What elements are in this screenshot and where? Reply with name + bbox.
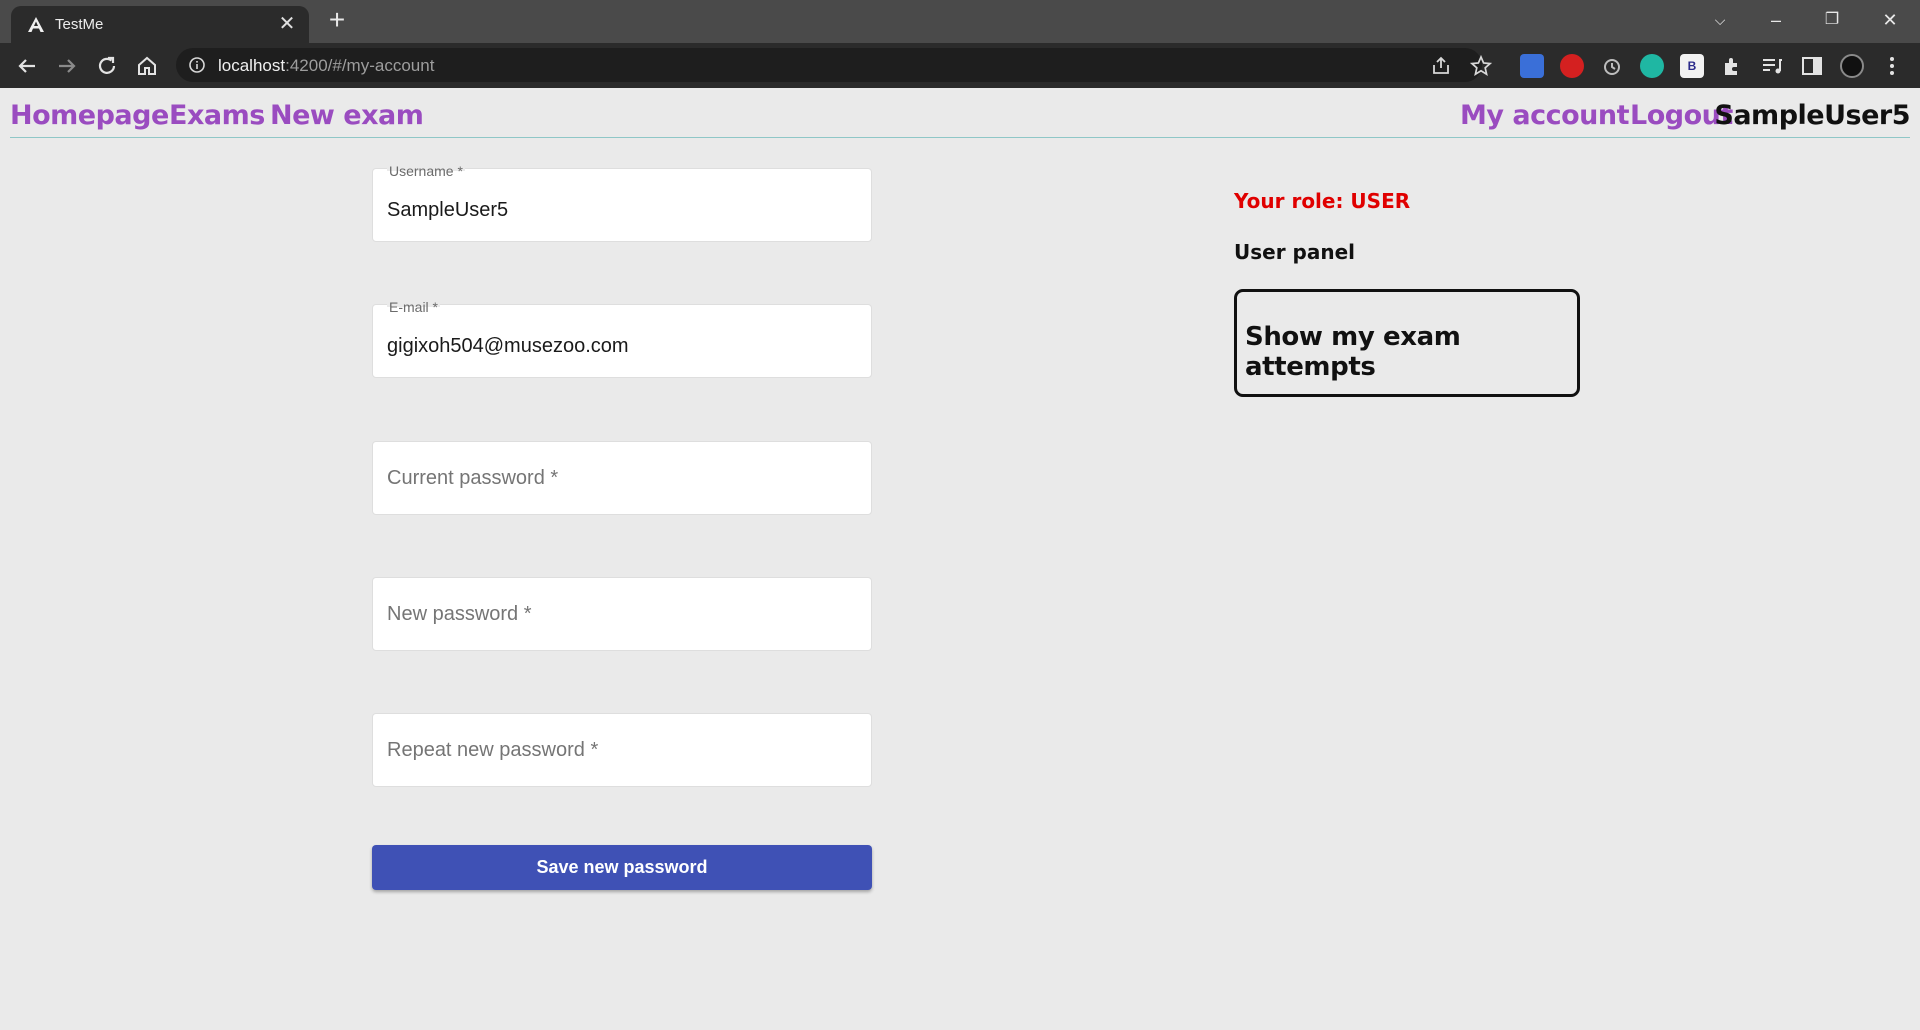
reload-icon[interactable] [94,53,120,79]
role-text: Your role: USER [1234,189,1411,213]
browser-tab[interactable]: TestMe ✕ [11,6,309,43]
bulb-extension-icon[interactable] [1640,54,1664,78]
nav-new-exam-link[interactable]: New exam [270,100,424,131]
current-password-field[interactable]: Current password * [372,441,872,515]
repeat-password-placeholder: Repeat new password * [387,739,599,761]
username-field[interactable]: Username * SampleUser5 [372,163,872,242]
username-value[interactable]: SampleUser5 [387,199,857,222]
minimize-icon[interactable]: – [1748,0,1804,40]
window-close-icon[interactable]: ✕ [1862,0,1918,40]
new-password-field[interactable]: New password * [372,577,872,651]
profile-avatar-icon[interactable] [1840,54,1864,78]
username-label: Username * [387,163,465,179]
repeat-password-field[interactable]: Repeat new password * [372,713,872,787]
email-value[interactable]: gigixoh504@musezoo.com [387,335,857,358]
close-icon[interactable]: ✕ [275,12,299,36]
tab-title: TestMe [55,16,104,33]
nav-homepage-link[interactable]: Homepage [10,100,169,131]
address-bar[interactable]: localhost:4200/#/my-account [176,48,1492,82]
extensions-puzzle-icon[interactable] [1720,54,1744,78]
alarm-extension-icon[interactable] [1600,54,1624,78]
url-host: localhost [218,56,286,75]
new-password-placeholder: New password * [387,603,532,625]
forward-icon[interactable] [54,53,80,79]
side-panel-icon[interactable] [1800,54,1824,78]
url-text: localhost:4200/#/my-account [218,56,434,76]
email-label: E-mail * [387,299,441,315]
app-navbar: Homepage Exams New exam My account Logou… [10,88,1910,138]
nav-exams-link[interactable]: Exams [169,100,265,131]
home-icon[interactable] [134,53,160,79]
b-extension-icon[interactable]: B [1680,54,1704,78]
menu-dots-icon[interactable] [1880,54,1904,78]
site-info-icon[interactable] [188,56,206,74]
email-field[interactable]: E-mail * gigixoh504@musezoo.com [372,299,872,378]
tab-search-icon[interactable]: ⌵ [1692,0,1748,40]
browser-titlebar: TestMe ✕ + ⌵ – ❐ ✕ [0,0,1920,43]
user-panel-title: User panel [1234,240,1356,264]
save-password-button[interactable]: Save new password [372,845,872,890]
media-controls-icon[interactable] [1760,54,1784,78]
share-icon[interactable] [1430,55,1452,77]
current-password-placeholder: Current password * [387,467,559,489]
restore-icon[interactable]: ❐ [1804,0,1860,40]
bookmark-star-icon[interactable] [1470,55,1492,77]
translate-extension-icon[interactable] [1520,54,1544,78]
new-tab-icon[interactable]: + [322,6,352,36]
nav-username: SampleUser5 [1714,100,1910,131]
browser-toolbar: localhost:4200/#/my-account B [0,43,1920,88]
adblock-extension-icon[interactable] [1560,54,1584,78]
show-exam-attempts-button[interactable]: Show my exam attempts [1234,289,1580,397]
show-exam-attempts-label: Show my exam attempts [1245,322,1461,382]
nav-my-account-link[interactable]: My account [1460,100,1630,131]
angular-icon [28,17,44,32]
back-icon[interactable] [14,53,40,79]
url-path: :4200/#/my-account [285,56,435,75]
